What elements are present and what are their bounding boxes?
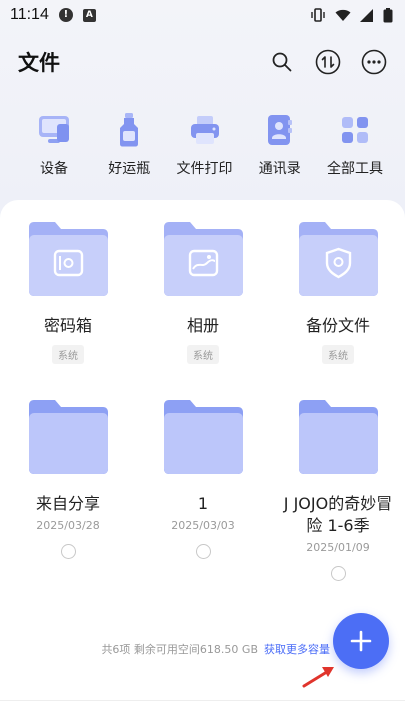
- vibrate-icon: [311, 8, 325, 22]
- folder-item-safe[interactable]: 密码箱 系统: [8, 221, 128, 364]
- system-tag: 系统: [322, 345, 354, 364]
- signal-icon: [360, 8, 373, 22]
- status-right: [310, 7, 393, 23]
- folder-item-backup[interactable]: 备份文件 系统: [278, 221, 398, 364]
- tool-bottle[interactable]: 好运瓶: [93, 112, 165, 182]
- item-name: 1: [197, 494, 209, 513]
- folder-icon: [295, 399, 381, 475]
- contacts-icon: [262, 112, 298, 148]
- top-background: [0, 0, 405, 215]
- tool-label: 好运瓶: [108, 161, 151, 177]
- folder-item-1[interactable]: 1 2025/03/03: [143, 399, 263, 559]
- item-date: 2025/01/09: [306, 541, 370, 554]
- sort-icon: [315, 49, 341, 75]
- folder-icon: [160, 399, 246, 475]
- tool-print[interactable]: 文件打印: [169, 112, 241, 182]
- select-checkbox[interactable]: [195, 544, 211, 559]
- tool-label: 文件打印: [176, 161, 233, 177]
- printer-icon: [187, 112, 223, 148]
- app-notification-icon: A: [82, 8, 96, 22]
- storage-summary: 共6项 剩余可用空间618.50 GB: [101, 643, 258, 656]
- wifi-icon: [335, 9, 351, 21]
- all-tools-icon: [337, 112, 373, 148]
- tool-device[interactable]: 设备: [18, 112, 90, 182]
- select-checkbox[interactable]: [330, 566, 346, 581]
- item-name: 备份文件: [305, 316, 370, 335]
- get-more-storage-link[interactable]: 获取更多容量: [264, 643, 330, 656]
- header: 文件: [0, 40, 405, 84]
- add-button[interactable]: [333, 613, 389, 669]
- folder-item-jojo[interactable]: J JOJO的奇妙冒险 1-6季 2025/01/09: [278, 399, 398, 581]
- status-time: 11:14: [10, 6, 49, 23]
- pointer-arrow-icon: [302, 667, 334, 688]
- search-icon: [272, 52, 292, 72]
- sort-button[interactable]: [315, 49, 341, 75]
- tool-all-tools[interactable]: 全部工具: [319, 112, 391, 182]
- page-title: 文件: [18, 51, 60, 75]
- tool-label: 设备: [40, 161, 68, 177]
- system-tag: 系统: [187, 345, 219, 364]
- bottom-nav: [0, 700, 405, 720]
- tool-label: 通讯录: [258, 161, 301, 177]
- bottle-icon: [111, 112, 147, 148]
- item-date: 2025/03/03: [171, 519, 235, 532]
- folder-item-shared[interactable]: 来自分享 2025/03/28: [8, 399, 128, 559]
- more-icon: [361, 49, 387, 75]
- status-bar: 11:14 ! A: [0, 0, 405, 30]
- folder-icon: [25, 399, 111, 475]
- tool-label: 全部工具: [327, 161, 383, 177]
- item-name: 密码箱: [43, 316, 92, 335]
- status-left: 11:14 ! A: [10, 6, 96, 24]
- plus-icon: [350, 630, 372, 652]
- item-name: 来自分享: [35, 494, 100, 513]
- select-checkbox[interactable]: [60, 544, 76, 559]
- tool-contacts[interactable]: 通讯录: [244, 112, 316, 182]
- alert-icon: !: [58, 8, 73, 22]
- folder-icon: [25, 221, 111, 297]
- folder-icon: [160, 221, 246, 297]
- tools-row: 设备 好运瓶 文件打印 通讯录 全部工具: [0, 112, 405, 182]
- header-actions: [269, 49, 387, 75]
- search-button[interactable]: [269, 49, 295, 75]
- folder-item-album[interactable]: 相册 系统: [143, 221, 263, 364]
- device-icon: [36, 112, 72, 148]
- item-date: 2025/03/28: [36, 519, 100, 532]
- storage-info: 共6项 剩余可用空间618.50 GB 获取更多容量: [0, 641, 330, 657]
- battery-icon: [383, 7, 393, 22]
- more-button[interactable]: [361, 49, 387, 75]
- item-name: J JOJO的奇妙冒险 1-6季: [283, 494, 393, 535]
- folder-icon: [295, 221, 381, 297]
- item-name: 相册: [186, 316, 219, 335]
- system-tag: 系统: [52, 345, 84, 364]
